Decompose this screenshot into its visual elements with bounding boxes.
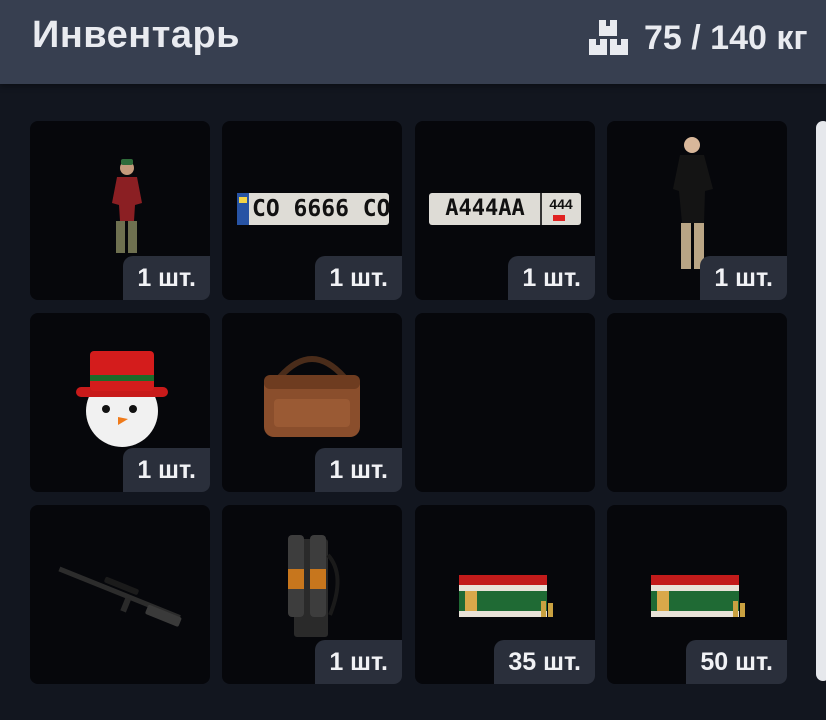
plate-region: 444 — [549, 196, 573, 212]
inventory-scrollbar[interactable] — [816, 121, 826, 681]
weight-text: 75 / 140 кг — [644, 18, 808, 57]
inventory-slot-empty[interactable] — [415, 313, 595, 492]
item-quantity: 1 шт. — [315, 256, 402, 300]
item-quantity: 1 шт. — [700, 256, 787, 300]
item-quantity: 1 шт. — [315, 448, 402, 492]
inventory-header: Инвентарь 75 / 140 кг — [0, 0, 826, 84]
sniper-rifle-icon — [58, 566, 182, 627]
inventory-slot[interactable]: 1 шт. — [30, 121, 210, 300]
inventory-slot[interactable]: 1 шт. — [30, 313, 210, 492]
plate-text: CO 6666 CO — [252, 196, 391, 222]
item-quantity: 50 шт. — [686, 640, 787, 684]
weight-indicator: 75 / 140 кг — [588, 16, 808, 60]
inventory-slot[interactable]: 1 шт. — [607, 121, 787, 300]
item-quantity: 1 шт. — [508, 256, 595, 300]
item-quantity: 35 шт. — [494, 640, 595, 684]
inventory-slot[interactable] — [30, 505, 210, 684]
inventory-slot[interactable]: 50 шт. — [607, 505, 787, 684]
inventory-slot[interactable]: A444AA 444 1 шт. — [415, 121, 595, 300]
inventory-slot[interactable]: 35 шт. — [415, 505, 595, 684]
inventory-title: Инвентарь — [32, 14, 241, 56]
item-quantity: 1 шт. — [315, 640, 402, 684]
item-quantity: 1 шт. — [123, 448, 210, 492]
inventory-slot[interactable]: 1 шт. — [222, 313, 402, 492]
inventory-slot[interactable]: 1 шт. — [222, 505, 402, 684]
boxes-icon — [589, 20, 628, 55]
plate-text: A444AA — [445, 196, 525, 221]
inventory-slot[interactable]: CO 6666 CO 1 шт. — [222, 121, 402, 300]
inventory-slot-empty[interactable] — [607, 313, 787, 492]
item-quantity: 1 шт. — [123, 256, 210, 300]
inventory-panel: Инвентарь 75 / 140 кг 1 шт. CO 6666 CO 1… — [0, 0, 826, 720]
